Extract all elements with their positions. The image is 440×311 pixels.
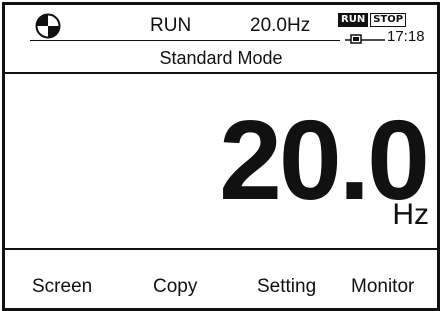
operator-panel-display: RUN 20.0Hz RUN STOP 17:18 Standard Mode … <box>2 2 440 311</box>
softkey-setting[interactable]: Setting <box>257 276 316 298</box>
stop-indicator: STOP <box>370 13 407 27</box>
softkey-monitor[interactable]: Monitor <box>351 276 414 298</box>
status-divider <box>30 40 340 41</box>
mode-title: Standard Mode <box>159 48 283 68</box>
softkey-screen[interactable]: Screen <box>32 276 92 298</box>
softkey-copy[interactable]: Copy <box>153 276 197 298</box>
run-indicator: RUN <box>338 13 369 27</box>
mode-divider <box>5 72 437 74</box>
run-stop-indicator: RUN STOP <box>338 13 407 27</box>
battery-icon <box>345 34 385 44</box>
softkey-divider <box>5 248 437 250</box>
clock-text: 17:18 <box>387 28 425 45</box>
run-state-text: RUN <box>150 15 192 36</box>
frequency-unit: Hz <box>392 198 429 231</box>
rotation-direction-icon <box>35 13 61 39</box>
frequency-status-text: 20.0Hz <box>250 15 311 36</box>
